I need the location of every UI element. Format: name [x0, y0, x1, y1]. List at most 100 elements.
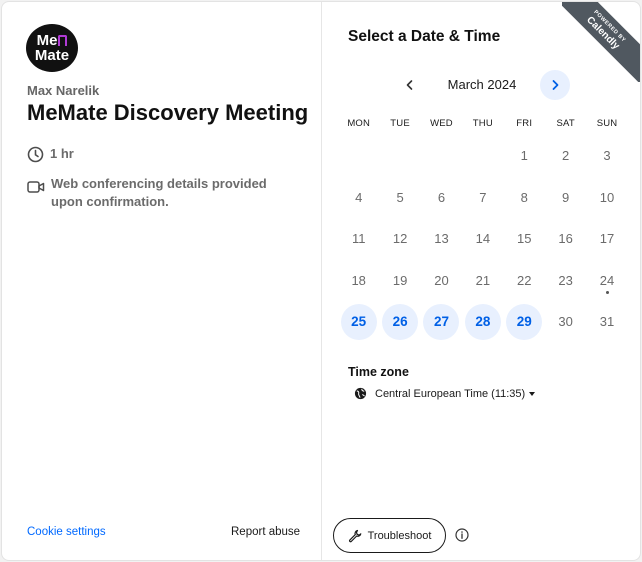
conferencing-text: Web conferencing details provided upon c… — [51, 176, 267, 209]
calendar-day-number: 14 — [475, 231, 491, 247]
organizer-name: Max Narelik — [27, 83, 100, 98]
timezone-select[interactable]: Central European Time (11:35) — [354, 387, 536, 400]
calendar-day-number: 18 — [351, 272, 366, 288]
calendar-day: 13 — [421, 218, 462, 260]
calendar-day: 12 — [379, 218, 420, 260]
calendar-day-empty — [338, 135, 379, 177]
weekday-label: FRI — [516, 118, 533, 129]
troubleshoot-label: Troubleshoot — [367, 529, 432, 542]
scheduler-title: Select a Date & Time — [348, 28, 501, 45]
calendar-day: 6 — [421, 177, 462, 219]
weekday-label: TUE — [390, 118, 410, 129]
calendar-day-number: 25 — [340, 303, 377, 340]
scheduler-panel: Select a Date & Time March 2024 MON TUE … — [322, 2, 640, 560]
calendar-day-number: 7 — [479, 189, 487, 205]
calendar-day-number: 21 — [475, 272, 491, 288]
calendar-day-number: 23 — [558, 272, 573, 288]
weekday-label: SAT — [556, 118, 575, 129]
calendar-day-number: 1 — [520, 148, 528, 164]
powered-by-ribbon: POWERED BY Calendly — [562, 2, 640, 82]
chevron-left-icon — [406, 80, 413, 90]
video-icon — [27, 181, 45, 193]
report-abuse-link[interactable]: Report abuse — [231, 526, 300, 538]
calendar-day[interactable]: 26 — [379, 301, 420, 343]
calendar-day-number: 6 — [437, 189, 446, 205]
logo-text-mate: Mate — [34, 47, 70, 64]
calendar-day-number: 12 — [392, 231, 408, 247]
calendar-day-number: 29 — [506, 303, 543, 340]
calendar-day: 1 — [504, 135, 545, 177]
calendar-day-number: 26 — [382, 303, 419, 340]
calendar-day: 9 — [545, 177, 586, 219]
calendar-day: 14 — [462, 218, 503, 260]
calendar-day: 2 — [545, 135, 586, 177]
weekday-header: MON TUE WED THU FRI SAT SUN — [338, 118, 628, 129]
calendar-day: 31 — [586, 301, 627, 343]
calendar-day-number: 28 — [464, 303, 501, 340]
duration-text: 1 hr — [50, 146, 74, 161]
calendar-day: 22 — [504, 260, 545, 302]
timezone-label: Time zone — [348, 365, 409, 379]
calendar-day-number: 22 — [517, 272, 532, 288]
calendar-day-number: 17 — [599, 231, 615, 247]
calendar-day: 21 — [462, 260, 503, 302]
calendar-day: 19 — [379, 260, 420, 302]
calendar-day: 30 — [545, 301, 586, 343]
event-conferencing: Web conferencing details provided upon c… — [27, 175, 301, 211]
caret-down-icon — [529, 391, 536, 396]
weekday-label: SUN — [596, 118, 618, 129]
cookie-settings-link[interactable]: Cookie settings — [27, 526, 106, 538]
calendar-grid: 1 2 3 4 5 6 7 8 9 10 11 12 13 14 15 16 17 18 19 20 21 22 23 24 2… — [338, 135, 628, 343]
calendar-day: 24 — [586, 260, 627, 302]
calendar-day-number: 20 — [434, 272, 449, 288]
info-icon — [455, 528, 469, 542]
calendar-day-number: 15 — [517, 231, 532, 247]
calendar-day-number: 19 — [392, 272, 408, 288]
calendar-day-number: 13 — [434, 231, 449, 247]
calendar-day: 4 — [338, 177, 379, 219]
calendar-day-number: 30 — [558, 314, 573, 330]
calendar-day: 8 — [504, 177, 545, 219]
calendar-day[interactable]: 27 — [421, 301, 462, 343]
timezone-value: Central European Time (11:35) — [375, 387, 526, 400]
clock-icon — [27, 146, 44, 162]
calendar-day-number: 9 — [562, 189, 570, 205]
previous-month-button[interactable] — [397, 72, 423, 98]
powered-by-badge[interactable]: POWERED BY Calendly — [562, 2, 640, 82]
calendar-day-number: 2 — [562, 148, 570, 164]
globe-icon — [354, 387, 367, 400]
calendar-day[interactable]: 28 — [462, 301, 503, 343]
calendar-day: 18 — [338, 260, 379, 302]
today-indicator — [605, 291, 609, 294]
weekday-label: MON — [347, 118, 371, 129]
calendar-day-empty — [421, 135, 462, 177]
calendar-day-number: 4 — [355, 189, 363, 205]
calendar-day-number: 11 — [351, 231, 366, 247]
info-button[interactable] — [454, 527, 470, 543]
calendar-day-number: 31 — [599, 314, 615, 330]
calendar-day: 3 — [586, 135, 627, 177]
calendar-day[interactable]: 25 — [338, 301, 379, 343]
organizer-logo: Me Mate — [26, 24, 78, 72]
event-duration: 1 hr — [27, 145, 300, 163]
troubleshoot-button[interactable]: Troubleshoot — [333, 518, 446, 553]
wrench-icon — [348, 529, 361, 542]
calendar-day: 20 — [421, 260, 462, 302]
chevron-right-icon — [552, 80, 559, 90]
calendar-day-number: 3 — [603, 148, 611, 164]
calendar-day-number: 24 — [599, 272, 615, 288]
logo-text-me: Me — [36, 32, 58, 49]
calendar-day-number: 5 — [396, 189, 404, 205]
booking-card: Me Mate Max Narelik MeMate Discovery Mee… — [1, 1, 641, 561]
weekday-label: WED — [430, 118, 453, 129]
calendar-day[interactable]: 29 — [504, 301, 545, 343]
calendar-day: 5 — [379, 177, 420, 219]
logo-line1: Me — [37, 33, 68, 48]
calendar-day: 23 — [545, 260, 586, 302]
calendar-day-number: 10 — [599, 189, 615, 205]
calendar-day-number: 8 — [520, 189, 528, 205]
calendar-day: 16 — [545, 218, 586, 260]
calendar-day-empty — [379, 135, 420, 177]
weekday-label: THU — [472, 118, 493, 129]
logo-house-icon — [58, 35, 68, 46]
